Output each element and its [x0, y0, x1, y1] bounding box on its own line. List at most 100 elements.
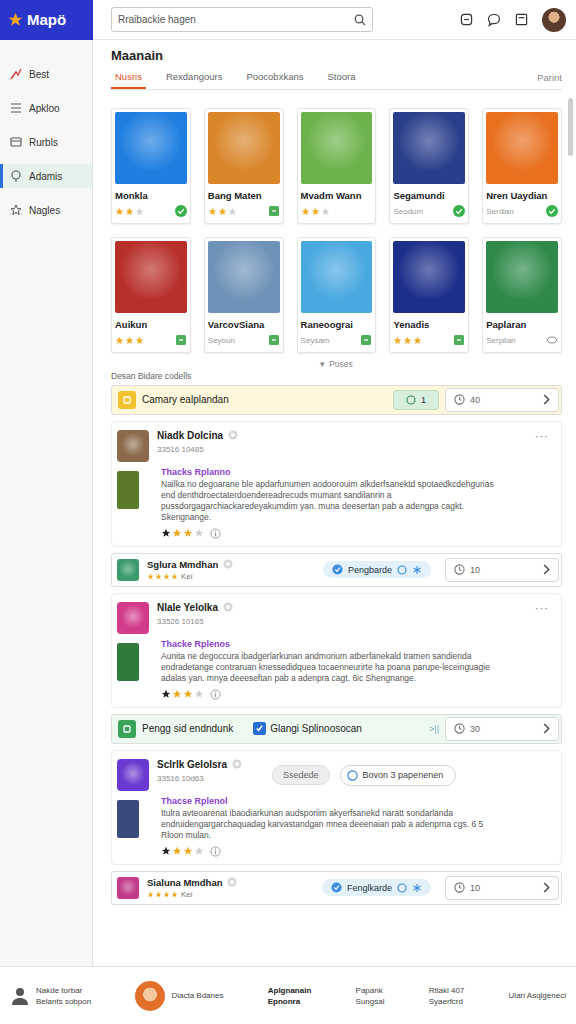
post-meta: 33516 10485: [157, 445, 238, 454]
counter-button[interactable]: 30: [445, 717, 559, 741]
author-label[interactable]: Sclrlk Gelolsra: [157, 759, 227, 770]
badge: [453, 205, 465, 217]
more-button[interactable]: ▾Puses: [111, 359, 562, 369]
game-card[interactable]: Bang Maten: [204, 108, 284, 224]
clock-icon: [454, 394, 465, 405]
chat-icon[interactable]: [487, 13, 501, 27]
post-title[interactable]: Thacse Rplenol: [161, 796, 503, 806]
checkbox[interactable]: [253, 722, 266, 735]
sidebar-item[interactable]: Apkloo: [0, 96, 92, 120]
star-rating: [161, 846, 204, 856]
feed-row[interactable]: Sglura MmdhanKeiPengbarde10: [111, 553, 562, 587]
more-menu[interactable]: ···: [535, 430, 553, 442]
game-meta: Seyoun: [208, 334, 280, 347]
post-avatar[interactable]: [117, 430, 149, 462]
media-control[interactable]: >||: [429, 724, 439, 734]
feed-strip[interactable]: Camary ealplandan140: [111, 385, 562, 415]
game-title: Auikun: [115, 319, 187, 330]
post-body: Thacks RplannoNailka no degoarane ble ap…: [117, 467, 553, 539]
bottom-text: Diacta Bdanes: [171, 990, 223, 1001]
panel-icon[interactable]: [515, 13, 528, 26]
bottom-text: Rtlakl 407Syaerfcrd: [429, 985, 465, 1007]
feed-item: Camary ealplandan140: [111, 385, 562, 415]
author-label[interactable]: Niadk Dolcina: [157, 430, 223, 441]
status-pill[interactable]: Pengbarde: [323, 561, 431, 578]
tag-button[interactable]: Bovon 3 papenenen: [340, 765, 457, 786]
game-card[interactable]: SegamundiSeodum: [389, 108, 469, 224]
tab[interactable]: Rexdangours: [162, 71, 227, 89]
count-pill[interactable]: 1: [393, 390, 439, 410]
star-icon: [125, 336, 134, 345]
status-pill[interactable]: Fenglkarde: [322, 879, 431, 896]
toolbar-icons: [460, 8, 576, 32]
top-bar: Mapö: [0, 0, 576, 40]
game-card[interactable]: Mvadm Wann: [297, 108, 377, 224]
star-icon: [172, 846, 182, 856]
post-thumbnail: [117, 643, 139, 681]
tag-button[interactable]: Ssedede: [272, 765, 330, 785]
star-icon: [413, 336, 422, 345]
scrollbar-thumb[interactable]: [568, 98, 573, 156]
sidebar-item[interactable]: Nagles: [0, 198, 92, 222]
sidebar-label: Nagles: [29, 205, 60, 216]
author-label[interactable]: Nlale Yelolka: [157, 602, 218, 613]
star-icon: [147, 891, 154, 898]
counter-button[interactable]: 10: [445, 876, 559, 900]
game-title: Yenadis: [393, 319, 465, 330]
post-avatar[interactable]: [117, 602, 149, 634]
shape-icon: [122, 395, 132, 405]
bottom-item[interactable]: Nakde torbarBelants sobpon: [10, 985, 91, 1007]
tab[interactable]: Nusris: [111, 71, 146, 89]
bottom-item[interactable]: Rtlakl 407Syaerfcrd: [429, 985, 465, 1007]
post-avatar[interactable]: [117, 759, 149, 791]
tab[interactable]: Poocobxkans: [242, 71, 307, 89]
game-card[interactable]: Monkla: [111, 108, 191, 224]
post-title[interactable]: Thacks Rplanno: [161, 467, 503, 477]
counter-button[interactable]: 10: [445, 558, 559, 582]
post-card[interactable]: Nlale Yelolka33526 10165···Thacke Rpleno…: [111, 593, 562, 708]
strip-label: Pengg sid endndunk: [142, 723, 233, 734]
row-title: Sglura Mmdhan: [147, 559, 315, 570]
game-card[interactable]: VarcovSianaSeyoun: [204, 237, 284, 353]
feed-strip[interactable]: Pengg sid endndunk Glangi Splinoosocan >||…: [111, 714, 562, 744]
more-menu[interactable]: ···: [535, 602, 553, 614]
star-rating: [301, 207, 330, 216]
bottom-item[interactable]: Ulari Asqlgenecl: [509, 990, 566, 1001]
user-avatar[interactable]: [542, 8, 566, 32]
feed-row[interactable]: Sialuna MmdhanKeiFenglkarde10: [111, 871, 562, 905]
post-card[interactable]: Sclrlk Gelolsra33516 10d63SsededeBovon 3…: [111, 750, 562, 865]
bottom-text: Nakde torbarBelants sobpon: [36, 985, 91, 1007]
post-card[interactable]: Niadk Dolcina 33516 10485 ··· Thacks Rplann…: [111, 421, 562, 547]
tab[interactable]: Stoora: [323, 71, 359, 89]
post-text: Itulra avteoarenat ibaodiarkunan audspor…: [161, 808, 503, 841]
feed-item: Sglura MmdhanKeiPengbarde10: [111, 553, 562, 587]
author-name: Sclrlk Gelolsra: [157, 759, 242, 770]
post-rating: [161, 846, 503, 857]
star-rating: [147, 891, 178, 898]
game-cover: [208, 241, 280, 313]
post-title[interactable]: Thacke Rplenos: [161, 639, 503, 649]
minimize-icon[interactable]: [460, 13, 473, 26]
sidebar-item[interactable]: Adamis: [0, 164, 92, 188]
bottom-line: Syaerfcrd: [429, 996, 465, 1007]
sidebar-item[interactable]: Rurbls: [0, 130, 92, 154]
bottom-item[interactable]: PapankSungsal: [356, 985, 385, 1007]
star-icon: [125, 207, 134, 216]
app-logo[interactable]: Mapö: [0, 0, 93, 40]
game-card[interactable]: Auikun: [111, 237, 191, 353]
game-card[interactable]: PaplaranSerpilan: [482, 237, 562, 353]
post-content: Thacks RplannoNailka no degoarane ble ap…: [161, 467, 553, 539]
bottom-item[interactable]: AplgnanainEpnonra: [268, 985, 312, 1007]
post-header: Sclrlk Gelolsra33516 10d63SsededeBovon 3…: [117, 759, 553, 791]
checkbox-field[interactable]: Glangi Splinoosocan: [253, 722, 362, 735]
sidebar-item[interactable]: Best: [0, 62, 92, 86]
game-card[interactable]: Nren UaydianSerdian: [482, 108, 562, 224]
game-card[interactable]: RaneoograiSeysam: [297, 237, 377, 353]
search-input[interactable]: [118, 14, 350, 25]
user-icon: [10, 986, 30, 1006]
counter-button[interactable]: 40: [445, 388, 559, 412]
game-card[interactable]: Yenadis: [389, 237, 469, 353]
tab-right-link[interactable]: Parint: [537, 72, 562, 89]
search-field[interactable]: [111, 7, 373, 32]
bottom-item[interactable]: Diacta Bdanes: [135, 981, 223, 1011]
